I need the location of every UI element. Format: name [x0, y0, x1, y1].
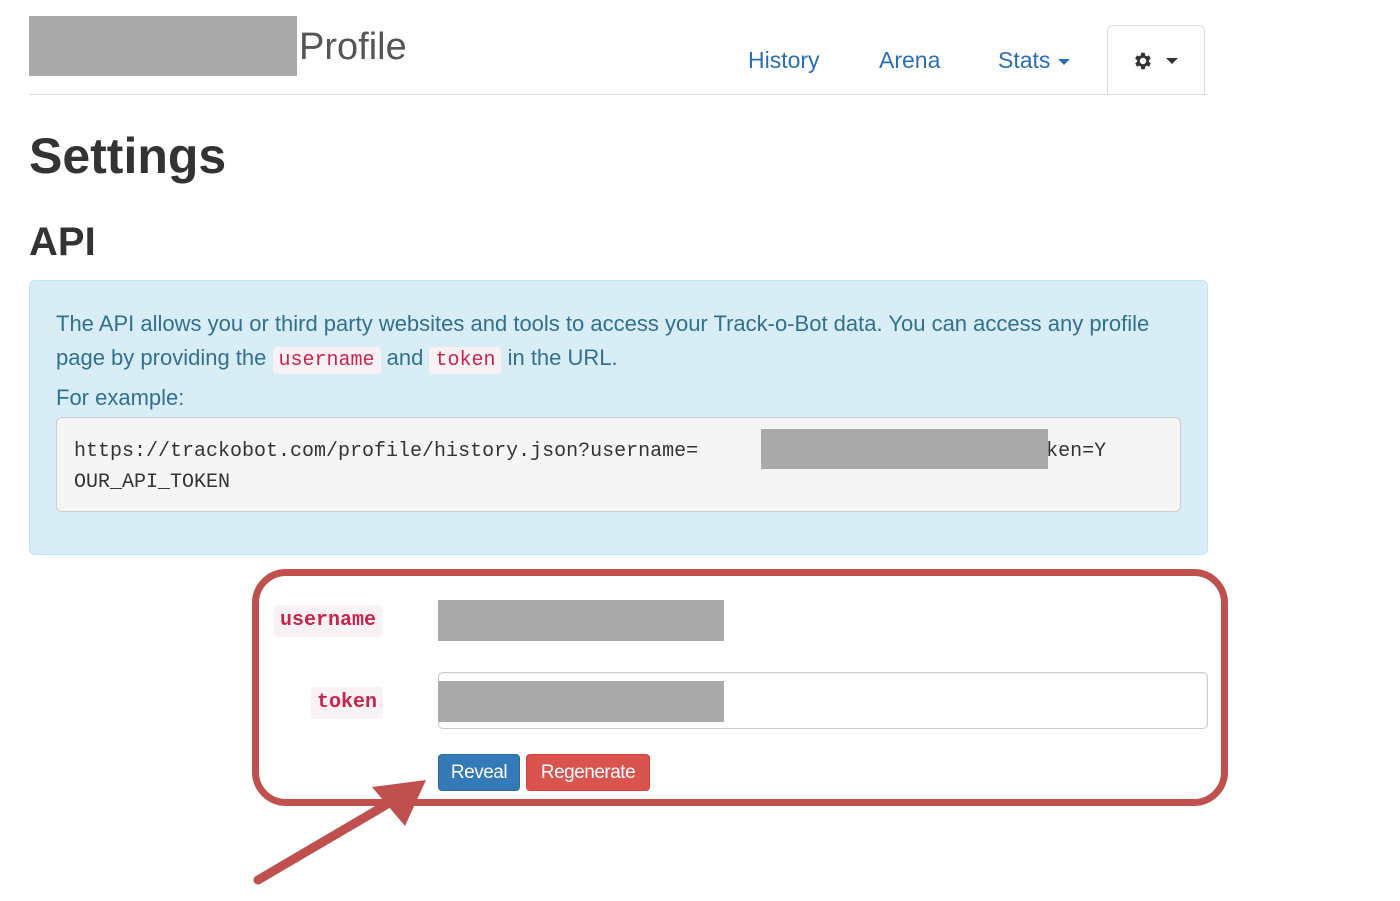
redacted-url-username — [761, 429, 1048, 469]
chevron-down-icon — [1166, 58, 1178, 64]
page-brand-title: Profile — [299, 26, 407, 68]
nav-stats[interactable]: Stats — [998, 44, 1071, 76]
annotation-arrow-icon — [253, 780, 426, 885]
gear-icon — [1135, 52, 1151, 70]
chevron-down-icon — [1058, 58, 1071, 65]
code-username: username — [272, 347, 381, 374]
api-description-text: and — [380, 345, 430, 370]
api-description-text: in the URL. — [501, 345, 618, 370]
nav-arena[interactable]: Arena — [879, 44, 940, 76]
nav-divider — [29, 94, 1207, 95]
api-info-box: The API allows you or third party websit… — [29, 280, 1208, 555]
example-label: For example: — [56, 385, 185, 410]
section-title-api: API — [29, 220, 96, 264]
code-token: token — [429, 347, 502, 374]
redacted-username-block — [29, 16, 297, 76]
nav-history[interactable]: History — [748, 44, 820, 76]
page-title: Settings — [29, 128, 227, 184]
nav-stats-label: Stats — [998, 47, 1051, 73]
settings-menu-tab[interactable] — [1107, 25, 1205, 95]
api-description: The API allows you or third party websit… — [56, 307, 1186, 378]
example-url-line2: OUR_API_TOKEN — [74, 471, 231, 494]
